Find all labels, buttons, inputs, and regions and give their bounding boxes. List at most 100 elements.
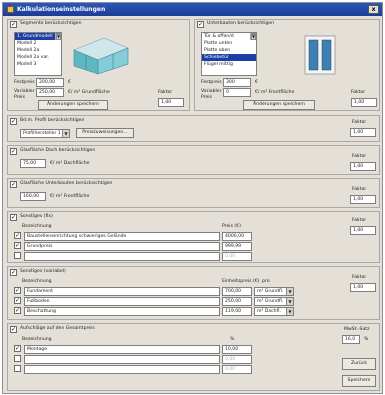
row-name-input[interactable]: Montage <box>24 345 220 354</box>
row-name-input[interactable]: Grundpreis <box>24 242 220 251</box>
row-price-input[interactable]: 700,00 <box>222 287 252 296</box>
price-assignments-button[interactable]: Preiszuweisungen... <box>76 128 134 138</box>
surcharges-group: ✓ Aufschläge auf den Gesamtpreis Bezeich… <box>7 323 380 391</box>
back-button[interactable]: Zurück <box>342 358 376 370</box>
misc-fixed-factor-input[interactable]: 1,00 <box>350 226 376 235</box>
scroll-down-icon[interactable]: ▼ <box>251 34 256 40</box>
list-item[interactable]: Modell 2 <box>15 40 61 47</box>
row-checkbox[interactable]: ✓ <box>14 307 21 314</box>
row-unit-select[interactable]: m² Grundfl. ▼ <box>254 297 294 306</box>
scrollbar[interactable]: ▲▼ <box>250 33 256 40</box>
segments-variable-unit: €/ m² Grundfläche <box>68 90 110 95</box>
profile-factor-input[interactable]: 1,00 <box>350 128 376 137</box>
glass-sub-price-input[interactable]: 160,00 <box>20 192 46 201</box>
misc-fixed-col-price: Preis (€) <box>222 224 241 229</box>
row-unit-value: m² Grundfl. <box>257 289 284 294</box>
list-item[interactable]: Platte unten <box>202 40 256 47</box>
row-name-input[interactable]: Baustelleneinrichtung schwieriges Geländ… <box>24 232 220 241</box>
misc-fixed-checkbox[interactable]: ✓ <box>10 214 17 221</box>
substructures-list[interactable]: Tür & offen/d Platte unten Platte oben S… <box>201 32 257 76</box>
glass-roof-unit: €/ m² Dachfläche <box>50 161 90 166</box>
row-price-input[interactable]: 4000,00 <box>222 232 252 241</box>
row-unit-select[interactable]: m² Dachfl. ▼ <box>254 307 294 316</box>
substructures-group: ✓ Unterbauten berücksichtigen Tür & offe… <box>194 19 380 111</box>
glass-roof-checkbox[interactable]: ✓ <box>10 148 17 155</box>
segments-save-button[interactable]: Änderungen speichern <box>38 100 108 110</box>
row-unit-select[interactable]: m² Grundfl. ▼ <box>254 287 294 296</box>
segments-list[interactable]: 1. Grundmodell Modell 2 Modell 2a Modell… <box>14 32 62 76</box>
substructures-save-button[interactable]: Änderungen speichern <box>243 100 315 110</box>
row-price-input[interactable]: 0,00 <box>222 252 252 261</box>
row-pct-input[interactable]: 10,00 <box>222 345 252 354</box>
chevron-down-icon[interactable]: ▼ <box>286 298 293 305</box>
chevron-down-icon[interactable]: ▼ <box>286 288 293 295</box>
substructures-variable-label2: Preis <box>201 95 212 100</box>
misc-variable-checkbox[interactable]: ✓ <box>10 269 17 276</box>
misc-fixed-group: ✓ Sonstiges (fix) Bezeichnung Preis (€) … <box>7 211 380 263</box>
row-name-input[interactable] <box>24 252 220 261</box>
row-price-input[interactable]: 999,99 <box>222 242 252 251</box>
glass-sub-factor-input[interactable]: 1,00 <box>350 195 376 204</box>
misc-variable-checkbox-label: Sonstiges (variabel) <box>20 269 66 274</box>
row-checkbox[interactable]: ✓ <box>14 242 21 249</box>
row-price-input[interactable]: 250,00 <box>222 297 252 306</box>
scrollbar[interactable]: ▲▼ <box>55 33 61 40</box>
row-name-input[interactable] <box>24 355 220 364</box>
row-checkbox[interactable]: ✓ <box>14 287 21 294</box>
substructures-checkbox-label: Unterbauten berücksichtigen <box>207 21 274 26</box>
misc-fixed-col-name: Bezeichnung <box>22 224 52 229</box>
list-item[interactable]: Flügel mittig <box>202 61 256 68</box>
chevron-down-icon[interactable]: ▼ <box>286 308 293 315</box>
substructures-factor-input[interactable]: 1,00 <box>351 98 377 107</box>
misc-variable-group: ✓ Sonstiges (variabel) Bezeichnung Einhe… <box>7 266 380 320</box>
segments-checkbox[interactable]: ✓ <box>10 21 17 28</box>
list-item[interactable]: Modell 2a var. <box>15 54 61 61</box>
settings-dialog: Kalkulationseinstellungen x ✓ Segmente b… <box>2 2 383 394</box>
glass-roof-factor-input[interactable]: 1,00 <box>350 162 376 171</box>
row-unit-value: m² Dachfl. <box>257 309 281 314</box>
glass-roof-price-input[interactable]: 75,00 <box>20 159 46 168</box>
glass-sub-checkbox[interactable]: ✓ <box>10 181 17 188</box>
row-pct-input[interactable]: 0,00 <box>222 365 252 374</box>
segments-factor-input[interactable]: 1,00 <box>158 98 184 107</box>
profile-checkbox[interactable]: ✓ <box>10 118 17 125</box>
list-item[interactable]: Tür & offen/d <box>202 33 256 40</box>
segments-variable-label2: Preis <box>14 95 25 100</box>
surcharges-checkbox[interactable]: ✓ <box>10 326 17 333</box>
close-button[interactable]: x <box>368 5 379 14</box>
misc-fixed-checkbox-label: Sonstiges (fix) <box>20 214 53 219</box>
row-name-input[interactable]: Fußboden <box>24 297 220 306</box>
row-pct-input[interactable]: 0,00 <box>222 355 252 364</box>
row-name-input[interactable] <box>24 365 220 374</box>
row-price-input[interactable]: 119,00 <box>222 307 252 316</box>
row-name-input[interactable]: Beschattung <box>24 307 220 316</box>
row-checkbox[interactable] <box>14 355 21 362</box>
chevron-down-icon[interactable]: ▼ <box>62 130 69 137</box>
substructures-checkbox[interactable]: ✓ <box>197 21 204 28</box>
segments-variable-input[interactable]: 250,00 <box>36 88 64 97</box>
row-checkbox[interactable]: ✓ <box>14 345 21 352</box>
row-checkbox[interactable]: ✓ <box>14 232 21 239</box>
list-item[interactable]: Modell 3 <box>15 61 61 68</box>
list-item[interactable]: Schiebetür <box>202 54 256 61</box>
vat-input[interactable]: 16,0 <box>342 335 360 344</box>
misc-variable-factor-input[interactable]: 1,00 <box>350 283 376 292</box>
glass-roof-checkbox-label: Glasfläche Dach berücksichtigen <box>20 148 96 153</box>
save-button[interactable]: Speichern <box>342 375 376 387</box>
row-checkbox[interactable] <box>14 365 21 372</box>
substructure-preview-image <box>304 35 336 75</box>
substructures-variable-input[interactable]: 0 <box>223 88 251 97</box>
row-checkbox[interactable]: ✓ <box>14 297 21 304</box>
profile-select-value: Profilhersteller 1 <box>23 131 61 136</box>
scroll-down-icon[interactable]: ▼ <box>56 34 61 40</box>
substructures-variable-label: Variabler <box>201 89 222 94</box>
substructures-price-input[interactable]: 300 <box>223 78 251 87</box>
segments-price-unit: € <box>68 80 71 85</box>
row-checkbox[interactable] <box>14 252 21 259</box>
row-name-input[interactable]: Fundament <box>24 287 220 296</box>
segments-price-input[interactable]: 200,00 <box>36 78 64 87</box>
segment-preview-image <box>73 37 129 75</box>
list-item[interactable]: Modell 2a <box>15 47 61 54</box>
profile-manufacturer-select[interactable]: Profilhersteller 1 ▼ <box>20 129 70 138</box>
list-item[interactable]: Platte oben <box>202 47 256 54</box>
